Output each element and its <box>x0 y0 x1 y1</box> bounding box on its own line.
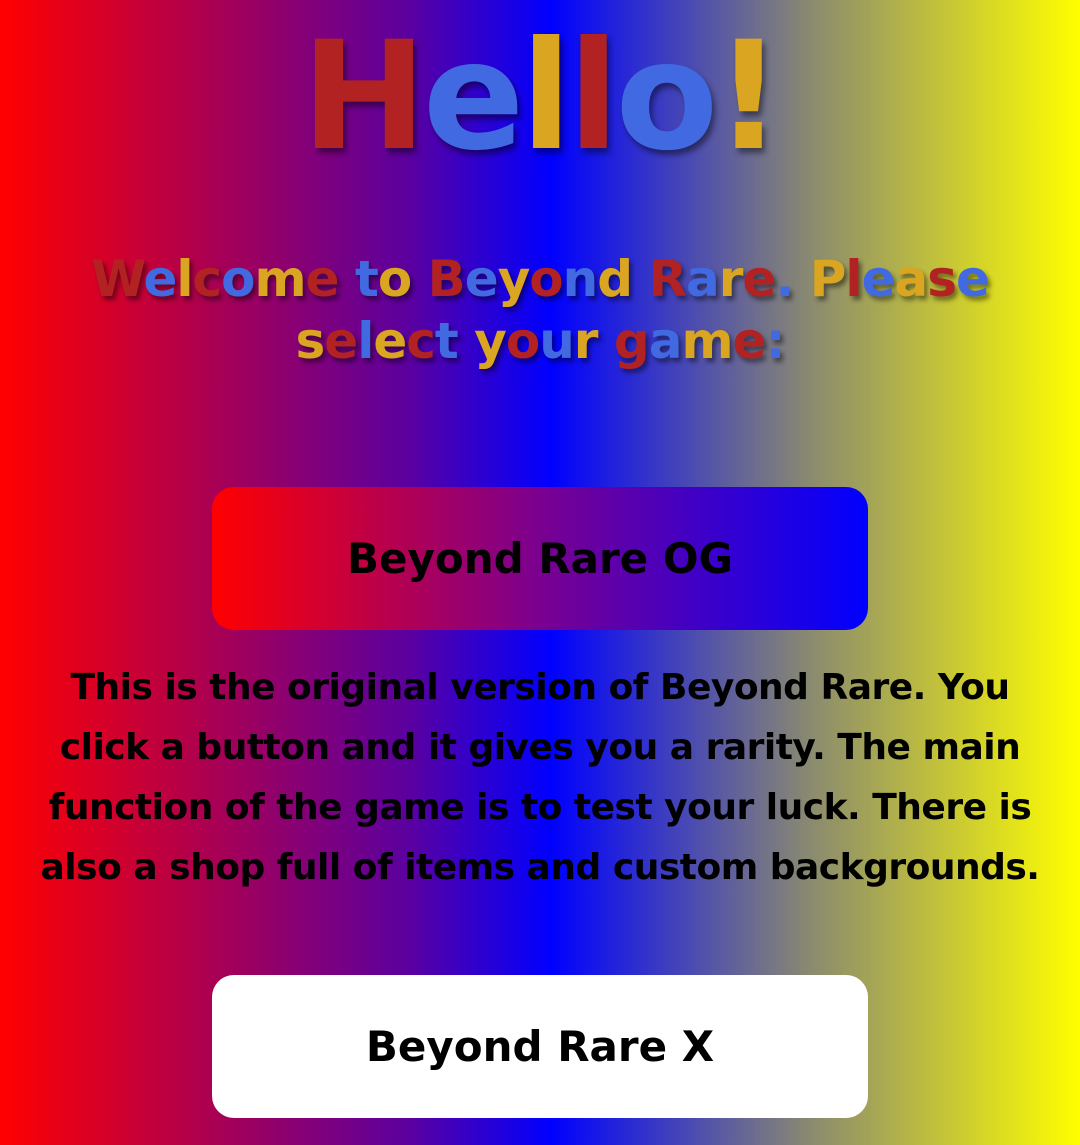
hello-letter: l <box>520 10 571 184</box>
game-selection-page: Hello! Welcome to Beyond Rare. Please se… <box>0 0 1080 1145</box>
beyond-rare-x-button[interactable]: Beyond Rare X <box>212 975 868 1118</box>
hello-letter: o <box>615 10 718 184</box>
beyond-rare-og-button[interactable]: Beyond Rare OG <box>212 487 868 630</box>
beyond-rare-x-label: Beyond Rare X <box>365 1022 715 1071</box>
beyond-rare-og-label: Beyond Rare OG <box>347 534 733 583</box>
hello-letter: e <box>422 10 525 184</box>
welcome-message: Welcome to Beyond Rare. Please select yo… <box>91 250 990 370</box>
hello-letter: H <box>301 10 427 184</box>
hello-letter: ! <box>714 10 782 184</box>
hello-heading: Hello! <box>0 22 1080 172</box>
beyond-rare-og-description: This is the original version of Beyond R… <box>40 667 1040 888</box>
hello-letter: l <box>567 10 619 184</box>
